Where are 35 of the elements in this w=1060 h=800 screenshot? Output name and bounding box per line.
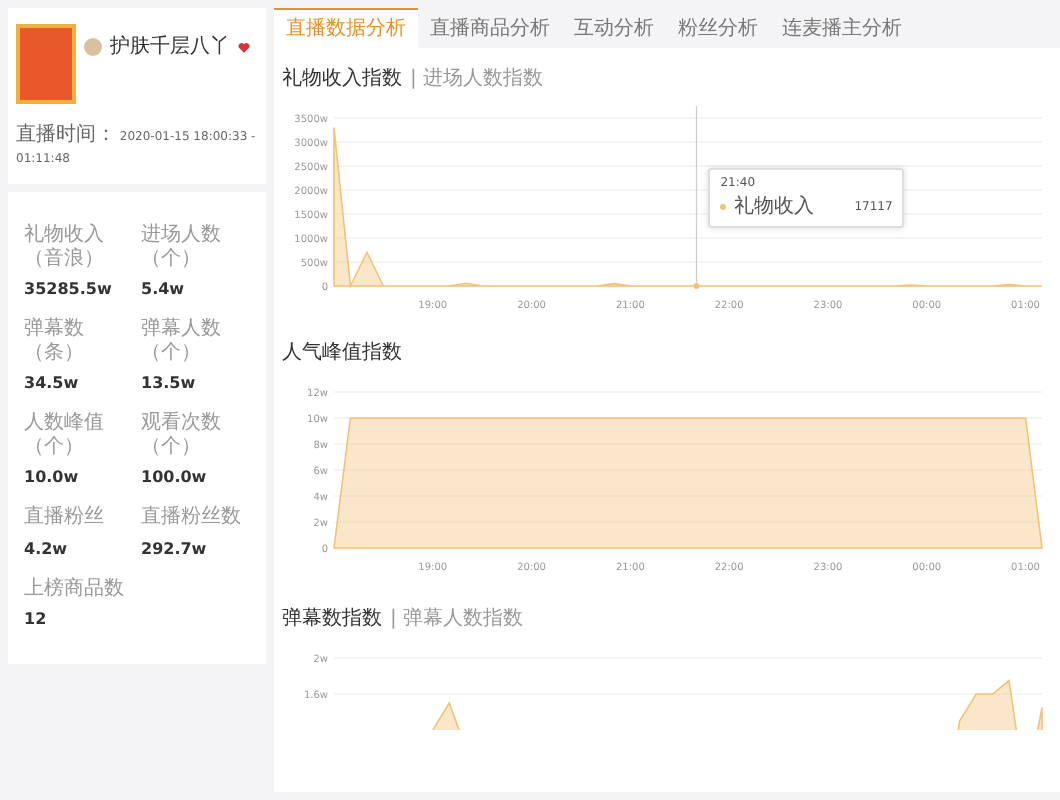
- chart-subtitle: | 进场人数指数: [410, 65, 544, 94]
- stat-label: 观看次数（个）: [141, 412, 223, 458]
- hover-point: [693, 283, 700, 289]
- stat-label: 礼物收入（音浪）: [24, 224, 106, 270]
- stat-value: 4.2w: [24, 537, 70, 561]
- avatar-icon: [84, 38, 102, 56]
- tab[interactable]: 互动分析: [562, 8, 666, 48]
- stat-value: 10.0w: [24, 466, 81, 490]
- stat-value: 12: [24, 608, 49, 632]
- heart-icon: [238, 41, 250, 53]
- legend-dot-icon: [720, 204, 727, 210]
- stat-label: 进场人数（个）: [141, 224, 223, 270]
- chart-title: 礼物收入指数: [282, 65, 402, 94]
- stat-label: 弹幕人数（个）: [141, 318, 223, 364]
- tab[interactable]: 粉丝分析: [666, 8, 770, 48]
- stat-value: 100.0w: [141, 466, 209, 490]
- stat-label: 上榜商品数: [24, 577, 126, 600]
- photo-placeholder: [16, 24, 76, 104]
- stat-value: 13.5w: [141, 372, 198, 396]
- chart-title: 人气峰值指数: [282, 339, 402, 368]
- stat-label: 直播粉丝: [24, 506, 106, 529]
- tooltip-series: 礼物收入: [734, 193, 815, 222]
- stat-label: 人数峰值（个）: [24, 412, 106, 458]
- stat-value: 292.7w: [141, 537, 209, 561]
- stat-value: 35285.5w: [24, 278, 114, 302]
- chart-title: 弹幕数指数: [282, 605, 382, 634]
- stat-value: 5.4w: [141, 278, 187, 302]
- stat-label: 直播粉丝数: [141, 506, 243, 529]
- tab[interactable]: 连麦播主分析: [770, 8, 914, 48]
- chart-subtitle: | 弹幕人数指数: [390, 605, 524, 634]
- stat-label: 弹幕数（条）: [24, 318, 86, 364]
- tab[interactable]: 直播商品分析: [418, 8, 562, 48]
- tab[interactable]: 直播数据分析: [274, 8, 418, 48]
- streamer-name: 护肤千层八丫: [110, 33, 230, 62]
- stat-value: 34.5w: [24, 372, 81, 396]
